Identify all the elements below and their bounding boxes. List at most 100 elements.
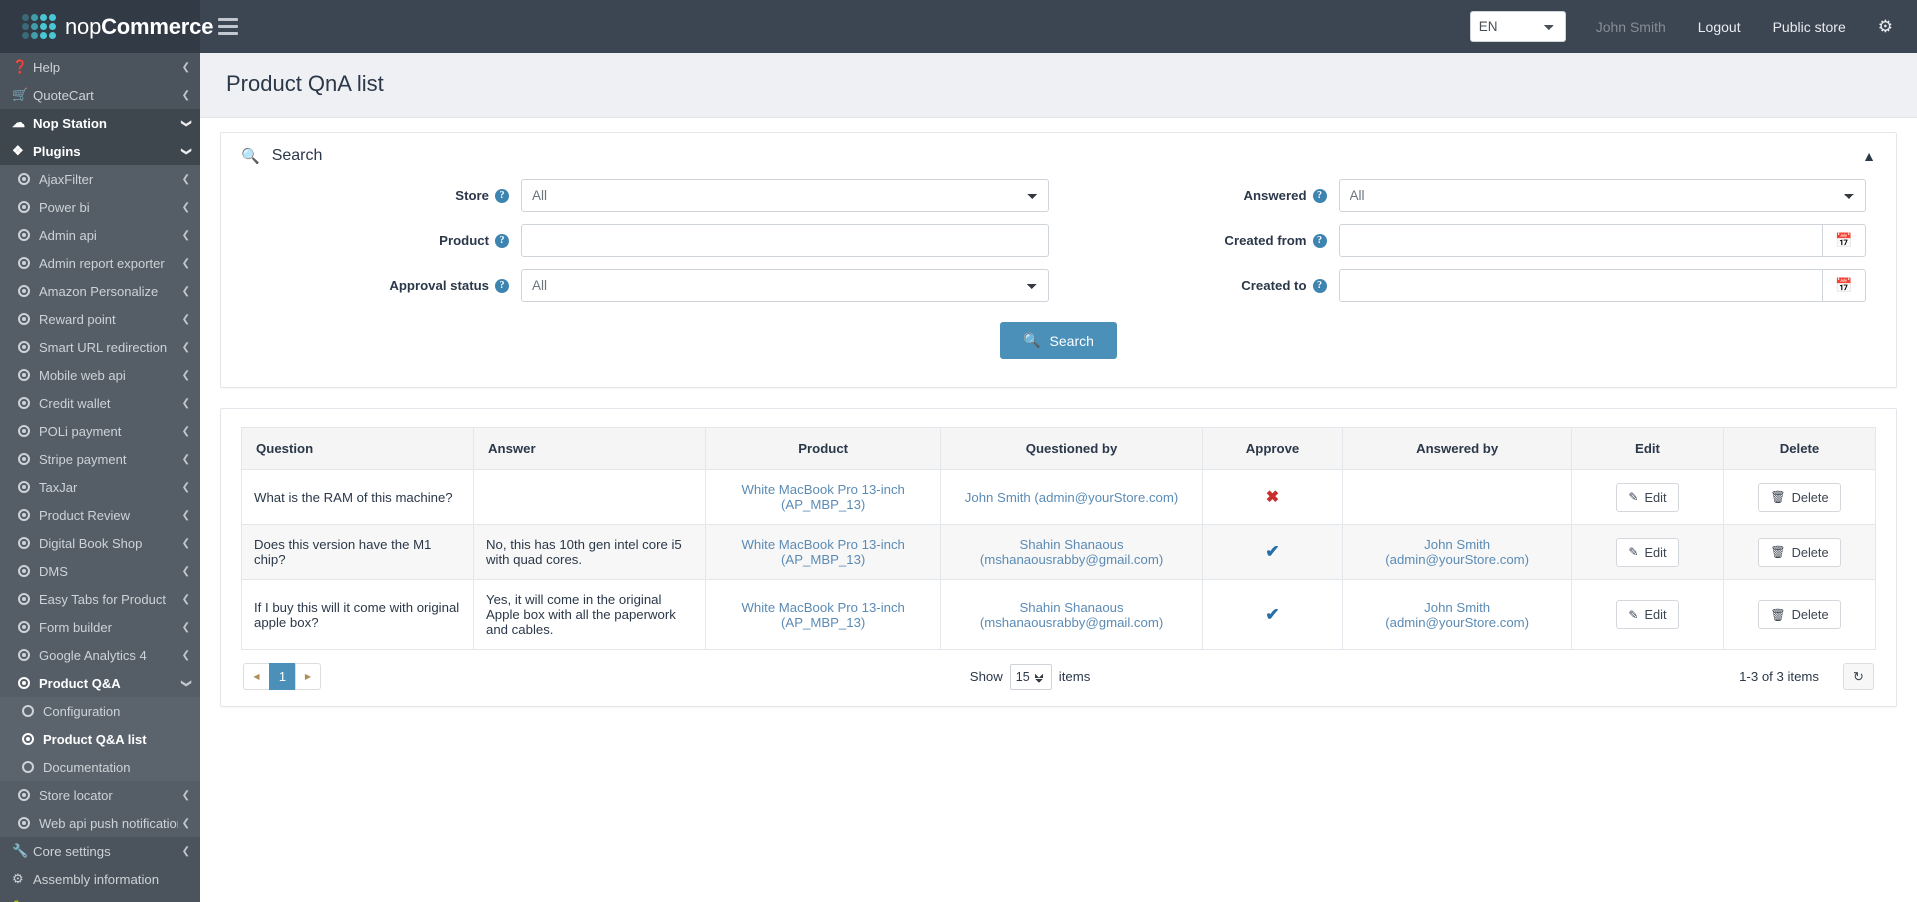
nopcommerce-dots-icon bbox=[22, 14, 56, 39]
questioned-by-link[interactable]: Shahin Shanaous (mshanaousrabby@gmail.co… bbox=[980, 537, 1163, 567]
sidebar-item-product-q-a-list[interactable]: Product Q&A list bbox=[0, 725, 200, 753]
sidebar-item-label: Power bi bbox=[39, 199, 90, 215]
pager-next-button[interactable]: ▶ bbox=[295, 663, 321, 690]
sidebar-item-ajaxfilter[interactable]: AjaxFilter ❮ bbox=[0, 165, 200, 193]
sidebar-item-web-api-push-notification[interactable]: Web api push notification ❮ bbox=[0, 809, 200, 837]
chevron-left-icon: ❮ bbox=[181, 621, 190, 633]
sidebar-item-quotecart[interactable]: 🛒 QuoteCart ❮ bbox=[0, 81, 200, 109]
sidebar-nav[interactable]: ❓ Help ❮ 🛒 QuoteCart ❮ ☁ Nop Station ❯ ❖ Plugins ❯ A… bbox=[0, 53, 200, 902]
sidebar-item-digital-book-shop[interactable]: Digital Book Shop ❮ bbox=[0, 529, 200, 557]
questioned-by-link[interactable]: John Smith (admin@yourStore.com) bbox=[965, 490, 1178, 505]
sidebar-item-label: Assembly information bbox=[33, 871, 160, 887]
sidebar-item-easy-tabs-for-product[interactable]: Easy Tabs for Product ❮ bbox=[0, 585, 200, 613]
sidebar-item-documentation[interactable]: Documentation bbox=[0, 753, 200, 781]
chevron-left-icon: ❮ bbox=[181, 817, 190, 829]
delete-button[interactable]: 🗑 Delete bbox=[1758, 600, 1841, 629]
edit-button[interactable]: ✎ Edit bbox=[1616, 537, 1679, 567]
sidebar-item-product-q-a[interactable]: Product Q&A ❯ bbox=[0, 669, 200, 697]
store-select[interactable]: All bbox=[521, 179, 1049, 212]
created-to-input[interactable] bbox=[1338, 269, 1823, 302]
help-icon[interactable]: ? bbox=[1312, 278, 1327, 293]
refresh-icon: ↻ bbox=[1853, 668, 1864, 684]
field-product: Product ? bbox=[241, 224, 1059, 257]
hamburger-icon[interactable] bbox=[218, 18, 238, 35]
sidebar-item-google-analytics-4[interactable]: Google Analytics 4 ❮ bbox=[0, 641, 200, 669]
sidebar-item-label: POLi payment bbox=[39, 423, 122, 439]
search-panel-body: Store ? All Product ? Approval status ? … bbox=[221, 179, 1896, 387]
page-size-select[interactable]: 15 bbox=[1009, 663, 1052, 690]
public-store-link[interactable]: Public store bbox=[1757, 19, 1862, 35]
pager-prev-button[interactable]: ◀ bbox=[243, 663, 269, 690]
delete-button[interactable]: 🗑 Delete bbox=[1758, 482, 1841, 512]
help-icon[interactable]: ? bbox=[1312, 233, 1327, 248]
brand-logo[interactable]: nopCommerce bbox=[0, 0, 213, 53]
sidebar-item-core-settings[interactable]: 🔧 Core settings ❮ bbox=[0, 837, 200, 865]
trash-icon: 🗑 bbox=[1770, 607, 1786, 622]
help-icon[interactable]: ? bbox=[1312, 188, 1327, 203]
sidebar-item-amazon-personalize[interactable]: Amazon Personalize ❮ bbox=[0, 277, 200, 305]
created-from-calendar-button[interactable]: 📅 bbox=[1822, 224, 1866, 257]
edit-button[interactable]: ✎ Edit bbox=[1616, 600, 1679, 629]
logout-link[interactable]: Logout bbox=[1682, 19, 1757, 35]
sidebar-item-credit-wallet[interactable]: Credit wallet ❮ bbox=[0, 389, 200, 417]
sidebar-item-admin-report-exporter[interactable]: Admin report exporter ❮ bbox=[0, 249, 200, 277]
questioned-by-link[interactable]: Shahin Shanaous (mshanaousrabby@gmail.co… bbox=[980, 600, 1163, 630]
column-header-approve: Approve bbox=[1201, 427, 1344, 470]
edit-button[interactable]: ✎ Edit bbox=[1616, 482, 1679, 512]
gear-icon[interactable]: ⚙ bbox=[1862, 17, 1899, 37]
search-panel: 🔍 Search ▲ Store ? All Product ? Approva… bbox=[220, 132, 1897, 388]
created-from-input[interactable] bbox=[1338, 224, 1823, 257]
delete-button[interactable]: 🗑 Delete bbox=[1758, 537, 1841, 567]
sidebar-item-dms[interactable]: DMS ❮ bbox=[0, 557, 200, 585]
sidebar-item-report-a-bug[interactable]: 🐛Report a bug bbox=[0, 893, 200, 902]
field-product-control bbox=[521, 224, 1049, 257]
sidebar-item-assembly-information[interactable]: ⚙ Assembly information bbox=[0, 865, 200, 893]
answered-by-link[interactable]: John Smith (admin@yourStore.com) bbox=[1385, 600, 1529, 630]
sidebar-item-label: Product Q&A bbox=[39, 675, 121, 691]
sidebar-item-form-builder[interactable]: Form builder ❮ bbox=[0, 613, 200, 641]
cell-edit: ✎ Edit bbox=[1571, 524, 1724, 580]
sidebar-item-nop-station[interactable]: ☁ Nop Station ❯ bbox=[0, 109, 200, 137]
help-icon[interactable]: ? bbox=[495, 233, 509, 248]
product-link[interactable]: White MacBook Pro 13-inch (AP_MBP_13) bbox=[741, 482, 904, 512]
sidebar-item-admin-api[interactable]: Admin api ❮ bbox=[0, 221, 200, 249]
search-button[interactable]: 🔍 Search bbox=[1000, 322, 1117, 359]
refresh-button[interactable]: ↻ bbox=[1843, 663, 1874, 690]
pagination[interactable]: ◀ 1 ▶ bbox=[243, 663, 321, 690]
chevron-up-icon[interactable]: ▲ bbox=[1862, 148, 1876, 164]
puzzle-icon: ❖ bbox=[12, 143, 24, 158]
sidebar-item-smart-url-redirection[interactable]: Smart URL redirection ❮ bbox=[0, 333, 200, 361]
sidebar-item-reward-point[interactable]: Reward point ❮ bbox=[0, 305, 200, 333]
sidebar-item-configuration[interactable]: Configuration bbox=[0, 697, 200, 725]
main-content: Product QnA list 🔍 Search ▲ Store ? All … bbox=[200, 53, 1917, 902]
chevron-down-icon: ❯ bbox=[180, 678, 192, 688]
sidebar-item-power-bi[interactable]: Power bi ❮ bbox=[0, 193, 200, 221]
sidebar-item-label: Reward point bbox=[39, 311, 116, 327]
chevron-left-icon: ❮ bbox=[181, 89, 190, 101]
sidebar-item-stripe-payment[interactable]: Stripe payment ❮ bbox=[0, 445, 200, 473]
sidebar-item-plugins[interactable]: ❖ Plugins ❯ bbox=[0, 137, 200, 165]
dot-circle-icon bbox=[18, 257, 39, 269]
answered-by-link[interactable]: John Smith (admin@yourStore.com) bbox=[1385, 537, 1529, 567]
product-link[interactable]: White MacBook Pro 13-inch (AP_MBP_13) bbox=[741, 537, 904, 567]
sidebar-item-poli-payment[interactable]: POLi payment ❮ bbox=[0, 417, 200, 445]
help-icon[interactable]: ? bbox=[495, 188, 509, 203]
language-select[interactable]: EN bbox=[1469, 11, 1566, 42]
sidebar-item-store-locator[interactable]: Store locator ❮ bbox=[0, 781, 200, 809]
created-to-calendar-button[interactable]: 📅 bbox=[1822, 269, 1866, 302]
pager-page-1[interactable]: 1 bbox=[269, 663, 295, 690]
sidebar-item-taxjar[interactable]: TaxJar ❮ bbox=[0, 473, 200, 501]
sidebar-item-help[interactable]: ❓ Help ❮ bbox=[0, 53, 200, 81]
sidebar-item-label: QuoteCart bbox=[33, 87, 94, 103]
help-icon[interactable]: ? bbox=[495, 278, 509, 293]
column-header-edit: Edit bbox=[1571, 427, 1724, 470]
search-panel-header[interactable]: 🔍 Search ▲ bbox=[221, 133, 1896, 179]
answered-select[interactable]: All bbox=[1338, 179, 1866, 212]
dot-circle-icon bbox=[18, 285, 39, 297]
sidebar-item-product-review[interactable]: Product Review ❮ bbox=[0, 501, 200, 529]
approval-status-select[interactable]: All bbox=[521, 269, 1049, 302]
sidebar-item-mobile-web-api[interactable]: Mobile web api ❮ bbox=[0, 361, 200, 389]
product-input[interactable] bbox=[521, 224, 1049, 257]
dot-circle-icon bbox=[18, 481, 39, 493]
product-link[interactable]: White MacBook Pro 13-inch (AP_MBP_13) bbox=[741, 600, 904, 630]
